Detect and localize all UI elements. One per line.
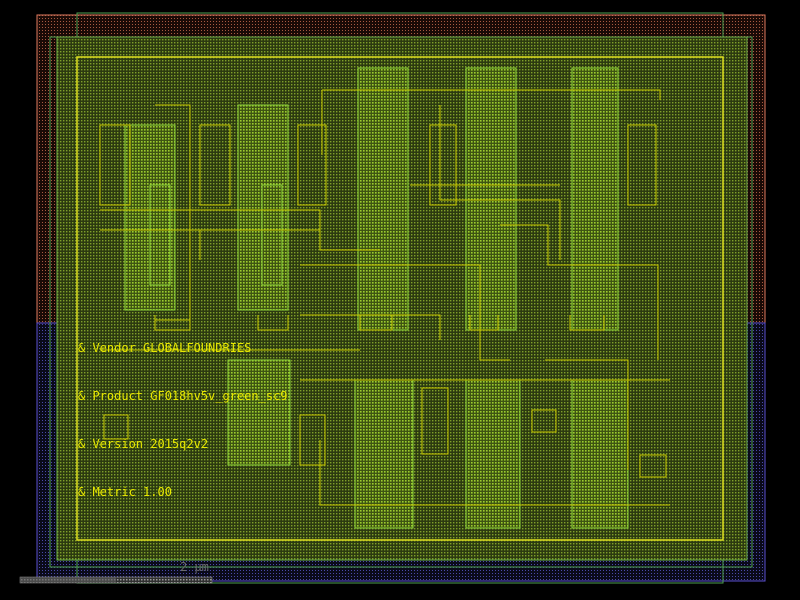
metric-label: & Metric 1.00 [78,485,172,499]
scale-label: 2 μm [180,560,209,574]
product-label: & Product GF018hv5v_green_sc9 [78,389,288,403]
scale-bar-segment [20,577,116,583]
cell-layout-canvas [19,12,766,584]
vendor-label: & Vendor GLOBALFOUNDRIES [78,341,252,355]
version-label: & Version 2015q2v2 [78,437,209,451]
